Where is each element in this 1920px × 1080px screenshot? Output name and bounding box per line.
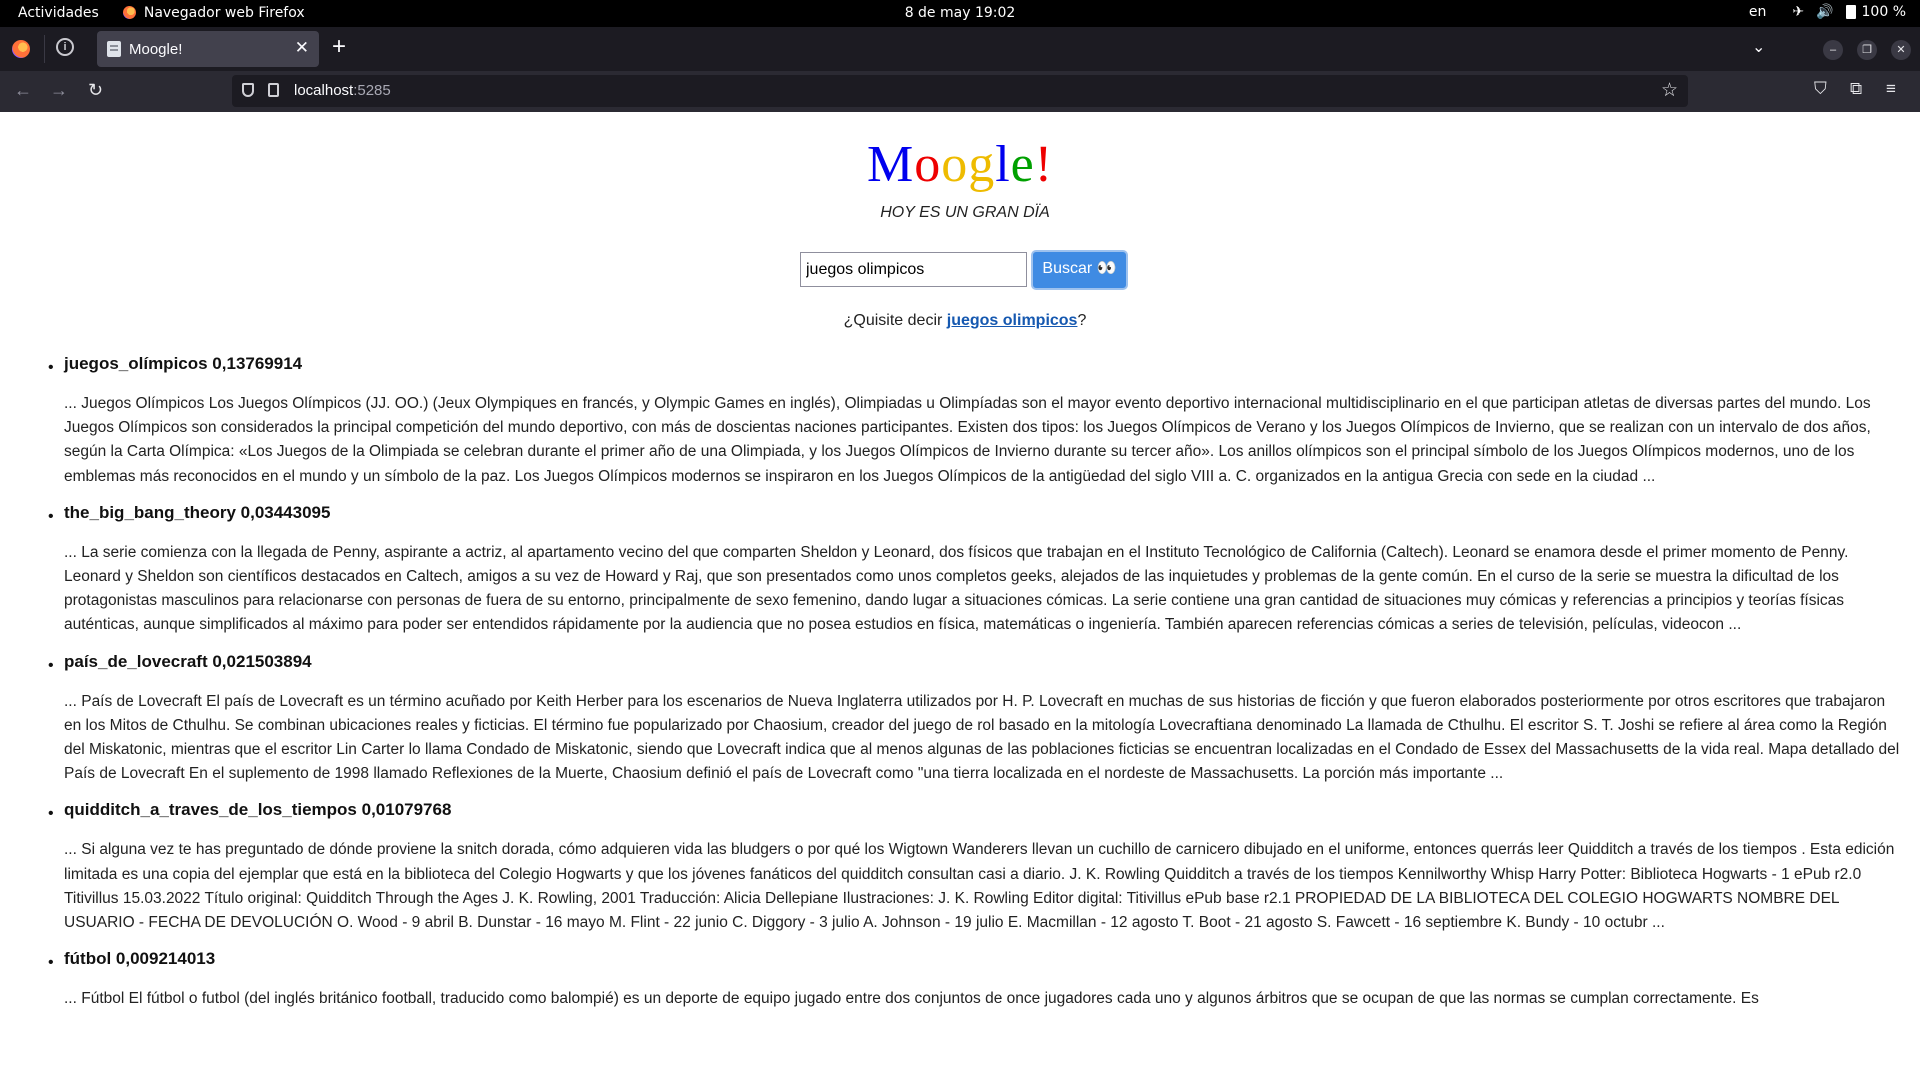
navigation-toolbar: ← → ↻ localhost:5285 ☆ ⛉ ⧉ ≡ [0, 71, 1920, 113]
result-item: • juegos_olímpicos 0,13769914 ... Juegos… [48, 352, 1900, 489]
logo-letter: o [914, 136, 942, 193]
logo-letter: e [1010, 136, 1035, 193]
result-item: • the_big_bang_theory 0,03443095 ... La … [48, 501, 1900, 638]
battery-icon[interactable] [1845, 5, 1856, 19]
url-text[interactable]: localhost:5285 [294, 82, 391, 99]
new-tab-plus-icon[interactable]: + [332, 33, 346, 61]
result-snippet: ... Si alguna vez te has preguntado de d… [64, 841, 1895, 932]
firefox-view-icon[interactable] [12, 40, 30, 58]
page-favicon-icon [107, 41, 121, 57]
url-bar[interactable]: localhost:5285 ☆ [232, 75, 1688, 107]
result-title: the_big_bang_theory 0,03443095 [64, 502, 331, 522]
result-snippet: ... Juegos Olímpicos Los Juegos Olímpico… [64, 395, 1871, 485]
result-snippet: ... País de Lovecraft El país de Lovecra… [64, 692, 1900, 783]
result-item: • país_de_lovecraft 0,021503894 ... País… [48, 650, 1900, 787]
result-title: fútbol 0,009214013 [64, 949, 216, 969]
back-arrow-icon[interactable]: ← [14, 80, 32, 101]
logo-letter: M [866, 136, 915, 193]
result-snippet: ... La serie comienza con la llegada de … [64, 543, 1849, 634]
site-info-icon[interactable] [268, 83, 279, 97]
logo-letter: g [968, 136, 996, 193]
tab-title: Moogle! [129, 41, 183, 58]
system-top-bar: Actividades Navegador web Firefox 8 de m… [0, 0, 1920, 27]
bookmark-star-icon[interactable]: ☆ [1661, 79, 1678, 102]
volume-icon[interactable]: 🔊 [1816, 4, 1833, 20]
page-content: Moogle! HOY ES UN GRAN DÏA Buscar 👀 ¿Qui… [0, 112, 1920, 1080]
menu-hamburger-icon[interactable]: ≡ [1886, 79, 1896, 99]
battery-percent[interactable]: 100 % [1862, 4, 1906, 20]
list-all-tabs-chevron-icon[interactable]: ⌄ [1752, 37, 1765, 57]
tracking-shield-icon[interactable] [242, 83, 254, 97]
reload-icon[interactable]: ↻ [88, 80, 103, 101]
logo-letter: ! [1034, 136, 1054, 193]
suggestion-suffix: ? [1077, 312, 1087, 329]
restore-icon[interactable]: ❐ [1857, 40, 1877, 60]
search-button[interactable]: Buscar 👀 [1031, 250, 1128, 290]
bullet: • [48, 359, 54, 376]
info-icon[interactable]: i [56, 38, 74, 56]
forward-arrow-icon[interactable]: → [50, 80, 68, 101]
tab-moogle[interactable]: Moogle! ✕ [97, 31, 319, 67]
tab-strip: i Moogle! ✕ + ⌄ – ❐ ✕ [0, 27, 1920, 71]
url-host: localhost [294, 82, 354, 99]
url-port: :5285 [353, 82, 391, 99]
logo-letter: o [941, 136, 969, 193]
close-window-icon[interactable]: ✕ [1891, 40, 1911, 60]
result-snippet: ... Fútbol El fútbol o futbol (del inglé… [64, 990, 1759, 1008]
airplane-mode-icon[interactable]: ✈ [1792, 4, 1804, 20]
result-title: juegos_olímpicos 0,13769914 [64, 354, 303, 373]
bullet: • [48, 805, 54, 823]
result-item: • fútbol 0,009214013 ... Fútbol El fútbo… [48, 947, 1900, 1011]
results-list: • juegos_olímpicos 0,13769914 ... Juegos… [48, 352, 1900, 1023]
result-title: país_de_lovecraft 0,021503894 [64, 651, 312, 671]
pocket-icon[interactable]: ⛉ [1814, 79, 1827, 99]
keyboard-layout[interactable]: en [1749, 4, 1767, 20]
suggestion-link[interactable]: juegos olimpicos [947, 312, 1078, 329]
result-title: quidditch_a_traves_de_los_tiempos 0,0107… [64, 800, 452, 820]
tab-close-icon[interactable]: ✕ [295, 38, 309, 58]
clock[interactable]: 8 de may 19:02 [905, 5, 1016, 21]
result-item: • quidditch_a_traves_de_los_tiempos 0,01… [48, 798, 1900, 935]
moogle-logo: Moogle! [0, 135, 1920, 194]
bullet: • [48, 656, 54, 674]
search-input[interactable] [800, 252, 1027, 287]
minimize-icon[interactable]: – [1823, 40, 1843, 60]
bullet: • [48, 954, 54, 972]
extensions-icon[interactable]: ⧉ [1850, 79, 1862, 99]
suggestion-prefix: ¿Quisite decir [843, 312, 947, 329]
tab-separator [44, 35, 45, 63]
did-you-mean: ¿Quisite decir juegos olimpicos? [0, 312, 1920, 330]
tagline: HOY ES UN GRAN DÏA [880, 204, 1050, 221]
logo-letter: l [995, 136, 1011, 193]
bullet: • [48, 507, 54, 525]
